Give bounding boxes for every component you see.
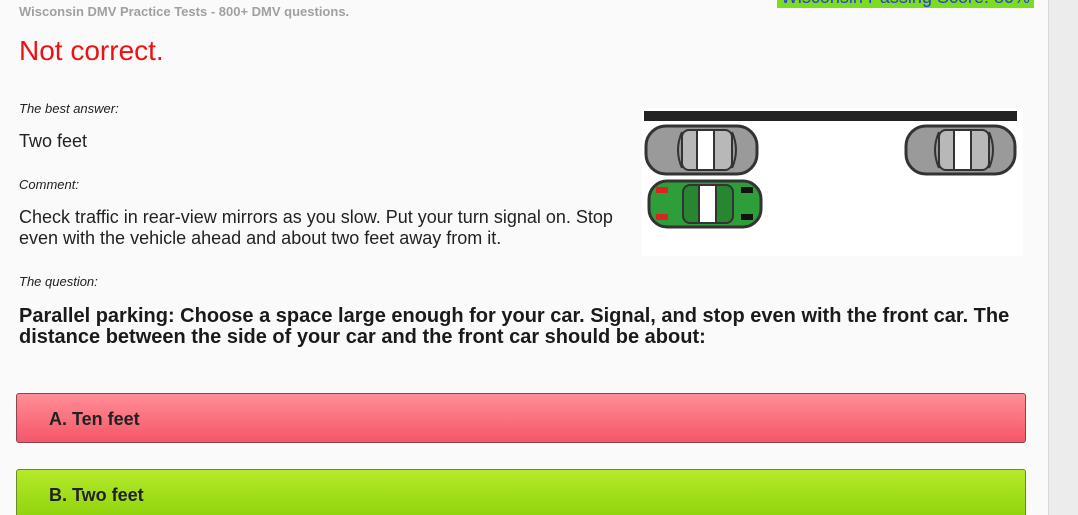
comment-label: Comment: [19, 177, 79, 192]
answer-option-a[interactable]: A. Ten feet [16, 393, 1026, 443]
parked-car-rear [644, 124, 759, 176]
comment-text: Check traffic in rear-view mirrors as yo… [19, 207, 613, 249]
passing-score-badge: Wisconsin Passing Score: 80% [776, 0, 1034, 8]
result-heading: Not correct. [19, 35, 164, 66]
question-label: The question: [19, 274, 98, 289]
parked-car-front [904, 124, 1017, 176]
quiz-panel: Wisconsin DMV Practice Tests - 800+ DMV … [0, 0, 1049, 515]
comment-line-2: even with the vehicle ahead and about tw… [19, 228, 502, 248]
curb-line [644, 111, 1017, 121]
parking-car-green [647, 179, 763, 229]
comment-line-1: Check traffic in rear-view mirrors as yo… [19, 207, 613, 227]
best-answer-label: The best answer: [19, 101, 119, 116]
question-text: Parallel parking: Choose a space large e… [19, 305, 1010, 348]
answer-option-b[interactable]: B. Two feet [16, 469, 1026, 515]
site-title: Wisconsin DMV Practice Tests - 800+ DMV … [19, 4, 350, 19]
best-answer-text: Two feet [19, 131, 88, 151]
parallel-parking-illustration [642, 108, 1023, 256]
